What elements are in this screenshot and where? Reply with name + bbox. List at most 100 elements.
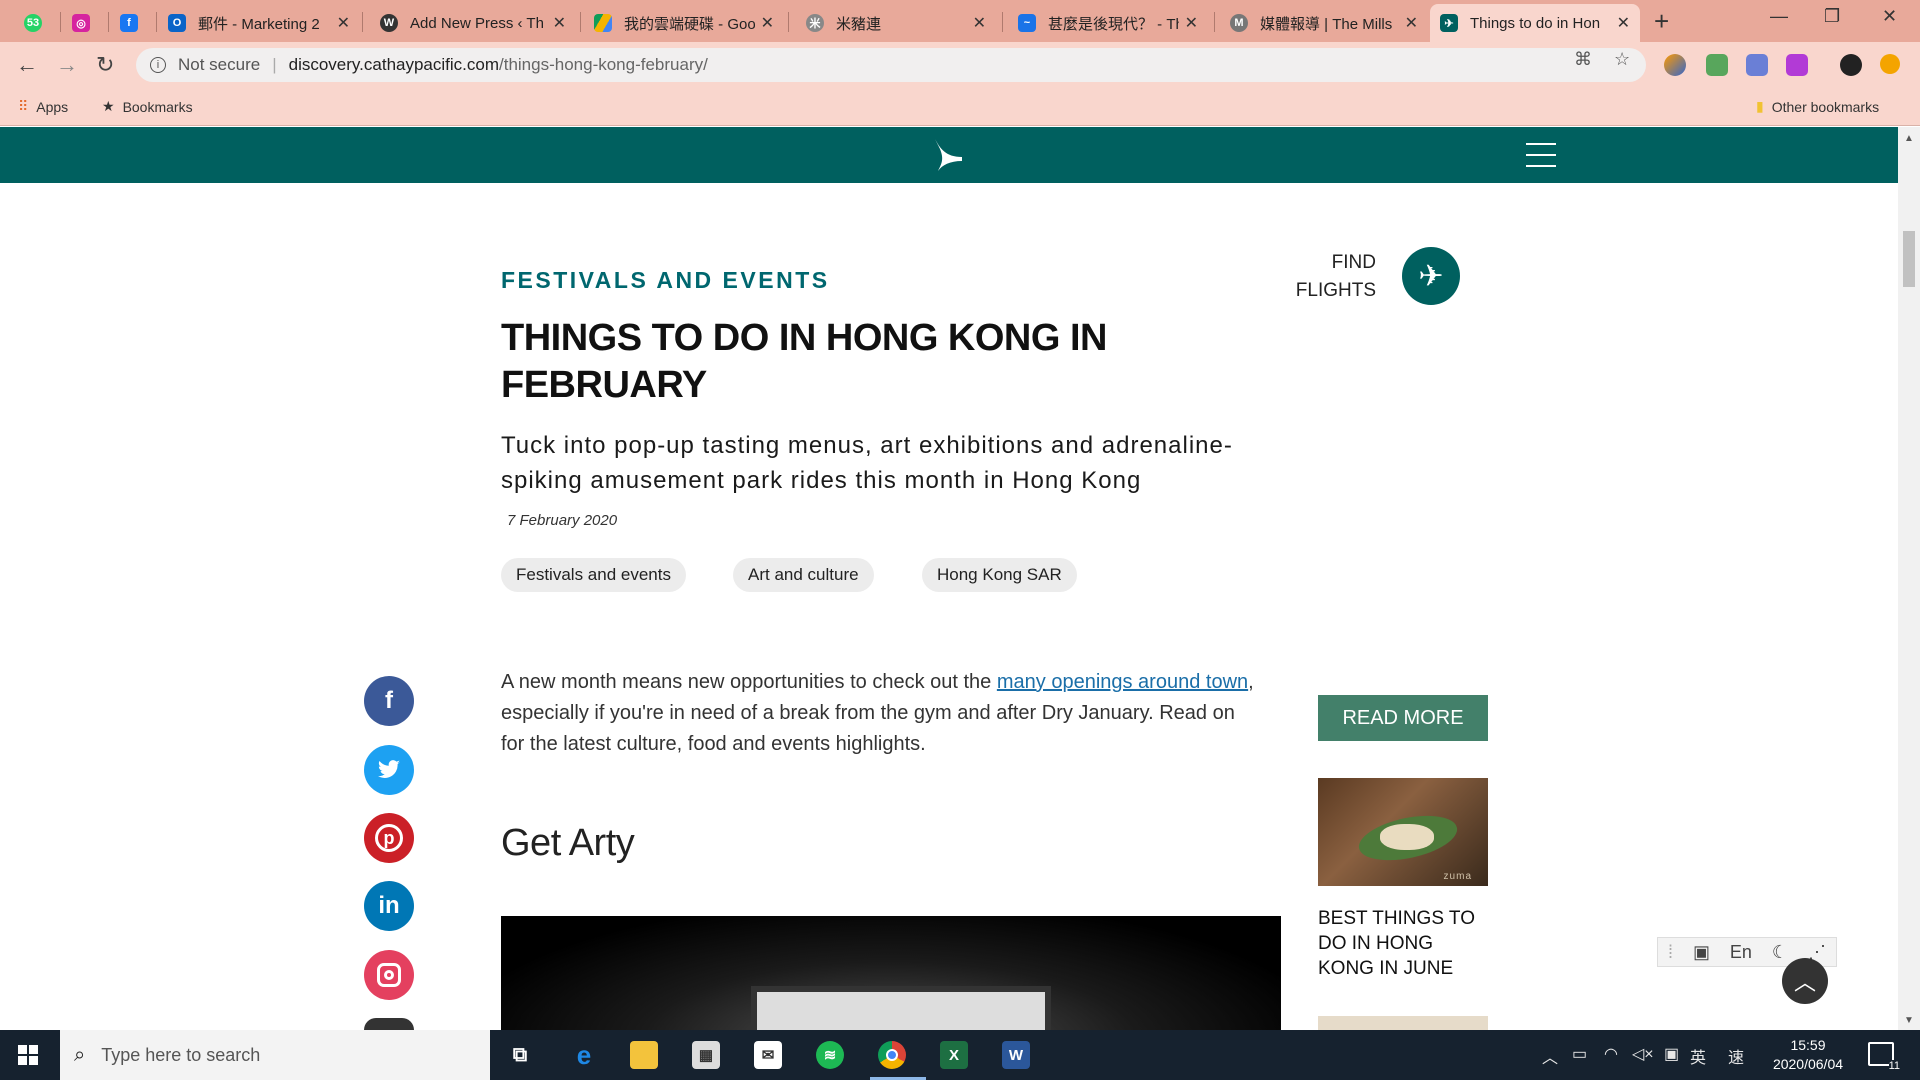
tag-art-culture[interactable]: Art and culture — [733, 558, 874, 592]
other-bookmarks[interactable]: ▮ Other bookmarks — [1756, 98, 1879, 115]
cathay-icon: ✈ — [1440, 14, 1458, 32]
windows-start-button[interactable] — [18, 1045, 38, 1065]
linkedin-share-button[interactable]: in — [364, 881, 414, 931]
facebook-share-button[interactable]: f — [364, 676, 414, 726]
facebook-icon: f — [120, 14, 138, 32]
update-icon[interactable] — [1880, 54, 1900, 74]
clock-time: 15:59 — [1790, 1037, 1826, 1053]
taskbar-clock[interactable]: 15:59 2020/06/04 — [1766, 1036, 1850, 1074]
ime-icon[interactable]: ▣ — [1693, 942, 1710, 963]
task-view-icon[interactable]: ⧉ — [506, 1041, 534, 1069]
close-icon[interactable]: ✕ — [973, 13, 986, 33]
tab-instagram[interactable]: ◎ — [62, 4, 106, 42]
tab-michelin[interactable]: 米 米豬連 ✕ — [796, 4, 996, 42]
twitter-share-button[interactable] — [364, 745, 414, 795]
tab-cathay[interactable]: ✈ Things to do in Hon ✕ — [1430, 4, 1640, 42]
star-icon[interactable]: ☆ — [1614, 49, 1630, 70]
security-label: Not secure — [178, 55, 261, 74]
scrollbar-thumb[interactable] — [1903, 231, 1915, 287]
forward-button[interactable]: → — [56, 52, 78, 78]
extension-icon[interactable] — [1664, 54, 1686, 76]
section-heading: Get Arty — [501, 822, 635, 864]
word-icon[interactable]: W — [1002, 1041, 1030, 1069]
browser-toolbar: ← → ↻ i Not secure | discovery.cathaypac… — [0, 42, 1920, 88]
back-button[interactable]: ← — [16, 52, 38, 78]
mail-icon[interactable]: ✉ — [754, 1041, 782, 1069]
facebook-icon: f — [385, 687, 393, 714]
tab-whatsapp[interactable]: 53 — [14, 4, 58, 42]
image-brand-text: zuma — [1443, 871, 1472, 882]
close-window-button[interactable]: ✕ — [1882, 6, 1897, 27]
spotify-icon[interactable]: ≋ — [816, 1041, 844, 1069]
wifi-icon[interactable]: ◠ — [1604, 1044, 1618, 1064]
close-icon[interactable]: ✕ — [337, 13, 350, 33]
file-explorer-icon[interactable] — [630, 1041, 658, 1069]
ime-language[interactable]: En — [1730, 942, 1752, 963]
restore-button[interactable]: ❐ — [1824, 6, 1840, 27]
openings-link[interactable]: many openings around town — [997, 671, 1248, 693]
chevron-up-icon[interactable]: ︿ — [1542, 1044, 1558, 1068]
extension-icon[interactable] — [1706, 54, 1728, 76]
instagram-share-button[interactable] — [364, 950, 414, 1000]
edge-icon[interactable]: e — [570, 1040, 598, 1070]
notification-count: 11 — [1888, 1060, 1900, 1072]
reload-button[interactable]: ↻ — [96, 52, 114, 78]
avatar[interactable] — [1840, 54, 1862, 76]
grip-icon[interactable]: ⁞ — [1668, 942, 1673, 963]
address-bar[interactable]: i Not secure | discovery.cathaypacific.c… — [136, 48, 1646, 82]
scroll-to-top-button[interactable]: ︿ — [1782, 958, 1828, 1004]
close-icon[interactable]: ✕ — [553, 13, 566, 33]
chevron-up-icon: ︿ — [1793, 970, 1816, 995]
article-category[interactable]: FESTIVALS AND EVENTS — [501, 267, 830, 294]
menu-icon[interactable] — [1526, 143, 1556, 167]
tab-mills[interactable]: M 媒體報導 | The Mills ✕ — [1220, 4, 1428, 42]
tab-google-drive[interactable]: 我的雲端硬碟 - Goo ✕ — [584, 4, 784, 42]
extension-icon[interactable] — [1746, 54, 1768, 76]
extension-icon[interactable] — [1786, 54, 1808, 76]
tab-title: Things to do in Hon — [1470, 14, 1601, 32]
outlook-icon: O — [168, 14, 186, 32]
tab-wordpress[interactable]: W Add New Press ‹ Th ✕ — [370, 4, 576, 42]
taskbar-search[interactable]: ⌕ Type here to search — [60, 1030, 490, 1080]
close-icon[interactable]: ✕ — [1617, 13, 1630, 33]
tab-analytics[interactable]: ~ 甚麼是後現代？ - Th ✕ — [1008, 4, 1208, 42]
volume-icon[interactable]: ◁× — [1632, 1044, 1654, 1064]
article-date: 7 February 2020 — [507, 512, 618, 529]
tab-outlook[interactable]: O 郵件 - Marketing 2 ✕ — [158, 4, 360, 42]
tag-hong-kong[interactable]: Hong Kong SAR — [922, 558, 1077, 592]
related-article-image[interactable]: zuma — [1318, 778, 1488, 886]
instagram-icon — [377, 963, 401, 987]
read-more-button[interactable]: READ MORE — [1318, 695, 1488, 741]
close-icon[interactable]: ✕ — [1185, 13, 1198, 33]
tab-title: 我的雲端硬碟 - Goo — [624, 15, 755, 33]
store-icon[interactable]: ▦ — [692, 1041, 720, 1069]
related-article-image[interactable] — [1318, 1016, 1488, 1030]
notification-center-button[interactable]: 11 — [1868, 1042, 1900, 1072]
more-share-button[interactable] — [364, 1018, 414, 1030]
translate-icon[interactable]: ⌘ — [1574, 49, 1592, 70]
apps-shortcut[interactable]: ⠿ Apps — [18, 98, 68, 115]
related-article-title[interactable]: BEST THINGS TO DO IN HONG KONG IN JUNE — [1318, 906, 1488, 981]
pinterest-share-button[interactable]: p — [364, 813, 414, 863]
battery-icon[interactable]: ▭ — [1572, 1044, 1587, 1064]
bookmarks-folder[interactable]: ★ Bookmarks — [102, 98, 193, 115]
chrome-icon[interactable] — [878, 1041, 906, 1069]
tag-festivals[interactable]: Festivals and events — [501, 558, 686, 592]
info-icon[interactable]: i — [150, 57, 166, 73]
minimize-button[interactable]: — — [1770, 6, 1788, 27]
apps-grid-icon: ⠿ — [18, 98, 29, 114]
close-icon[interactable]: ✕ — [1405, 13, 1418, 33]
ime-mode[interactable]: 英 — [1690, 1044, 1706, 1068]
ime-speed[interactable]: 速 — [1728, 1044, 1744, 1068]
page-scrollbar[interactable]: ▲ ▼ — [1898, 127, 1920, 1030]
google-drive-icon — [594, 14, 612, 32]
cathay-logo[interactable] — [932, 135, 966, 175]
moon-icon[interactable]: ☾ — [1772, 942, 1788, 963]
ime-tray-icon[interactable]: ▣ — [1664, 1044, 1679, 1064]
tab-facebook[interactable]: f — [110, 4, 154, 42]
new-tab-button[interactable]: + — [1654, 6, 1669, 37]
close-icon[interactable]: ✕ — [761, 13, 774, 33]
excel-icon[interactable]: X — [940, 1041, 968, 1069]
twitter-icon — [378, 760, 400, 778]
find-flights-button[interactable]: FIND FLIGHTS ✈ — [1290, 247, 1460, 305]
